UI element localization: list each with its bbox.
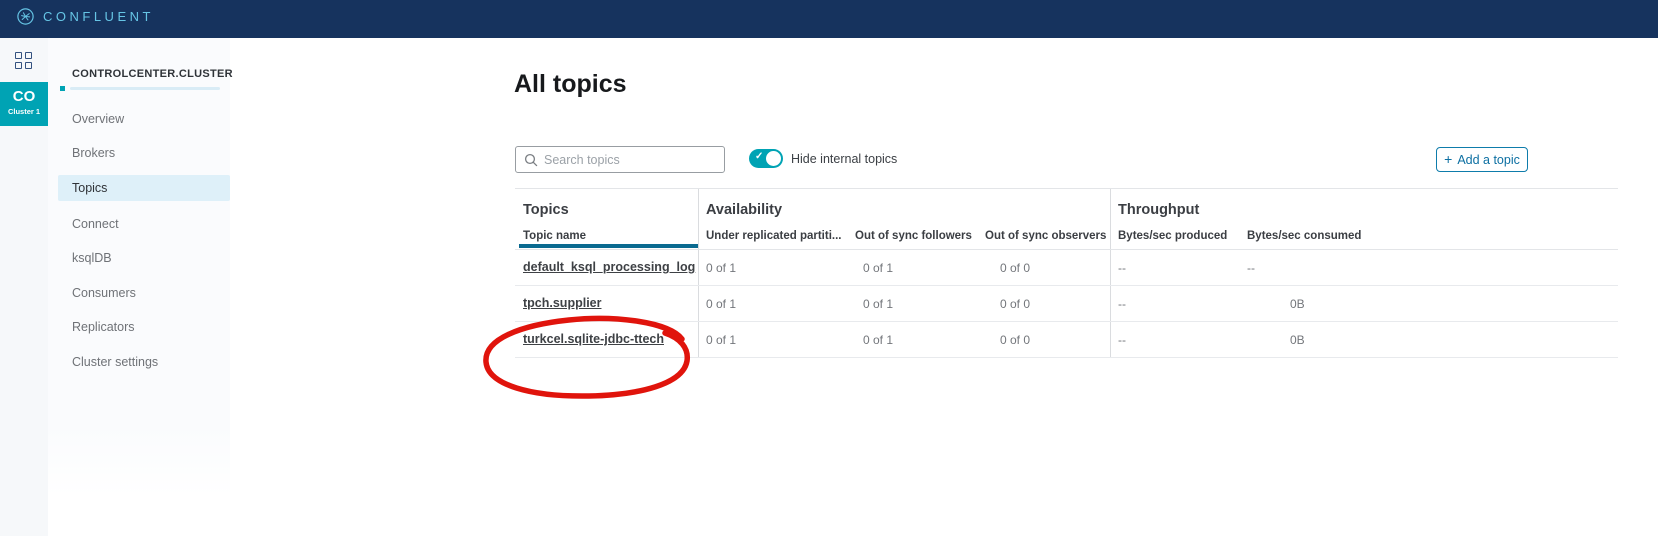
cluster-chip-label: Cluster 1 (7, 107, 41, 116)
page-title: All topics (514, 70, 627, 98)
column-header-bytes-produced[interactable]: Bytes/sec produced (1118, 230, 1227, 242)
cluster-initials: CO (12, 88, 36, 105)
sorted-column-indicator (519, 244, 698, 248)
confluent-logo[interactable]: CONFLUENT (17, 8, 154, 25)
under-replicated-value: 0 of 1 (706, 297, 737, 311)
column-header-topic-name[interactable]: Topic name (523, 230, 586, 242)
sidebar-item-replicators[interactable]: Replicators (48, 314, 230, 340)
cluster-chip[interactable]: CO Cluster 1 (0, 82, 48, 126)
sidebar-item-cluster-settings[interactable]: Cluster settings (48, 349, 230, 375)
sidebar-item-ksqldb[interactable]: ksqlDB (48, 245, 230, 271)
add-topic-label: Add a topic (1457, 152, 1520, 167)
oos-observers-value: 0 of 0 (1000, 333, 1031, 347)
toggle-knob (766, 151, 781, 166)
search-icon (524, 153, 538, 166)
add-topic-button[interactable]: + Add a topic (1436, 147, 1528, 172)
topic-link[interactable]: tpch.supplier (523, 296, 601, 310)
table-row: default_ksql_processing_log 0 of 1 0 of … (515, 250, 1618, 286)
group-header-availability: Availability (706, 202, 783, 218)
sidebar-item-connect[interactable]: Connect (48, 211, 230, 237)
group-header-throughput: Throughput (1118, 202, 1200, 218)
sidebar-item-brokers[interactable]: Brokers (48, 140, 230, 166)
cluster-rail: CO Cluster 1 (0, 38, 48, 536)
bytes-consumed-value: 0B (1290, 297, 1305, 311)
cluster-name: CONTROLCENTER.CLUSTER (72, 68, 233, 80)
bytes-produced-value: -- (1118, 297, 1126, 311)
bytes-consumed-value: 0B (1290, 333, 1305, 347)
bytes-produced-value: -- (1118, 261, 1126, 275)
column-header-oos-followers[interactable]: Out of sync followers (855, 230, 972, 242)
under-replicated-value: 0 of 1 (706, 333, 737, 347)
under-replicated-value: 0 of 1 (706, 261, 737, 275)
topics-table: Topics Availability Throughput Topic nam… (515, 188, 1618, 358)
sidebar: CONTROLCENTER.CLUSTER Overview Brokers T… (48, 38, 233, 536)
topic-link[interactable]: turkcel.sqlite-jdbc-ttech (523, 332, 664, 346)
topic-search[interactable] (515, 146, 725, 173)
toggle-check-icon: ✓ (755, 151, 764, 162)
table-row: tpch.supplier 0 of 1 0 of 1 0 of 0 -- 0B (515, 286, 1618, 322)
hide-internal-topics-label: Hide internal topics (791, 152, 898, 166)
column-header-oos-observers[interactable]: Out of sync observers (985, 230, 1106, 242)
column-header-bytes-consumed[interactable]: Bytes/sec consumed (1247, 230, 1361, 242)
bytes-consumed-value: -- (1247, 261, 1255, 275)
column-header-under-replicated[interactable]: Under replicated partiti... (706, 230, 841, 242)
oos-followers-value: 0 of 1 (863, 297, 894, 311)
home-grid-icon[interactable] (15, 52, 33, 70)
oos-observers-value: 0 of 0 (1000, 261, 1031, 275)
bytes-produced-value: -- (1118, 333, 1126, 347)
group-header-topics: Topics (523, 202, 569, 218)
sidebar-item-topics[interactable]: Topics (58, 175, 230, 201)
plus-icon: + (1444, 151, 1453, 167)
cluster-dot (60, 86, 65, 91)
sidebar-item-consumers[interactable]: Consumers (48, 280, 230, 306)
oos-observers-value: 0 of 0 (1000, 297, 1031, 311)
top-navigation-bar: CONFLUENT (0, 0, 1658, 38)
brand-wordmark: CONFLUENT (43, 9, 154, 24)
confluent-logo-icon (17, 8, 34, 25)
confluent-control-center: CONFLUENT CO Cluster 1 CONTROLCENTER.CLU… (0, 0, 1658, 536)
oos-followers-value: 0 of 1 (863, 261, 894, 275)
hide-internal-topics-toggle[interactable]: ✓ (749, 149, 783, 168)
sidebar-item-overview[interactable]: Overview (48, 106, 230, 132)
topic-link[interactable]: default_ksql_processing_log (523, 260, 695, 274)
oos-followers-value: 0 of 1 (863, 333, 894, 347)
table-row: turkcel.sqlite-jdbc-ttech 0 of 1 0 of 1 … (515, 322, 1618, 358)
cluster-divider-line (70, 87, 220, 90)
search-input[interactable] (544, 152, 704, 167)
